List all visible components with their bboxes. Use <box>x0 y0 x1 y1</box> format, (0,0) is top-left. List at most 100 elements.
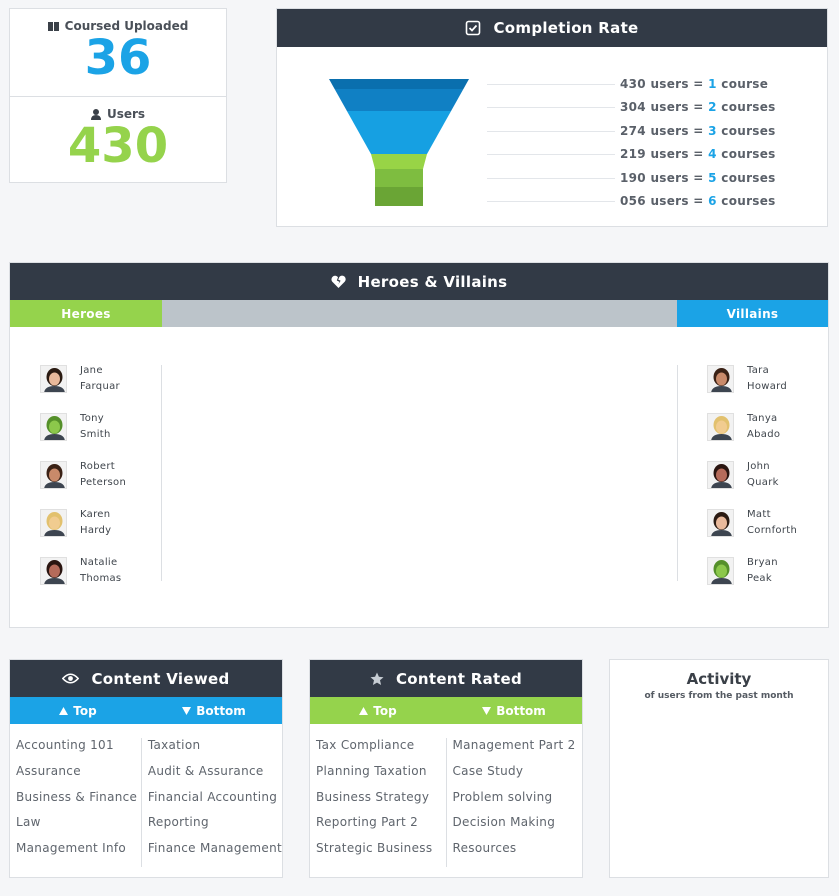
completion-mid: users = <box>650 147 704 161</box>
rated-bottom-tab[interactable]: Bottom <box>446 697 582 724</box>
list-item[interactable]: Financial Accounting <box>148 790 282 816</box>
triangle-up-icon <box>59 706 69 715</box>
completion-count: 430 <box>620 77 646 91</box>
heroes-divider <box>161 365 162 581</box>
person-first-name: Jane <box>80 365 103 376</box>
list-item[interactable]: Case Study <box>453 764 583 790</box>
users-stat: Users 430 <box>10 96 226 183</box>
person-first-name: Tony <box>80 413 104 424</box>
completion-count: 056 <box>620 194 646 208</box>
broken-heart-icon <box>331 275 346 288</box>
list-item[interactable]: Business Strategy <box>316 790 446 816</box>
person-name: John Quark <box>747 459 779 490</box>
heroes-person[interactable]: Natalie Thomas <box>40 555 121 586</box>
eye-icon <box>62 673 80 684</box>
list-item[interactable]: Problem solving <box>453 790 583 816</box>
users-value: 430 <box>67 118 169 174</box>
avatar <box>40 556 67 585</box>
rated-bottom-list: Management Part 2 Case Study Problem sol… <box>445 738 583 867</box>
heroes-person[interactable]: Karen Hardy <box>40 507 111 538</box>
list-item[interactable]: Management Info <box>16 841 141 867</box>
list-item[interactable]: Strategic Business <box>316 841 446 867</box>
viewed-bottom-list: Taxation Audit & Assurance Financial Acc… <box>140 738 282 867</box>
person-first-name: Natalie <box>80 557 118 568</box>
villains-person[interactable]: Bryan Peak <box>707 555 778 586</box>
completion-unit: courses <box>721 194 776 208</box>
hv-balance-bar <box>162 300 677 327</box>
checkbox-icon <box>466 20 481 36</box>
viewed-top-tab[interactable]: Top <box>10 697 146 724</box>
viewed-subbar: Top Bottom <box>10 697 282 724</box>
list-item[interactable]: Business & Finance <box>16 790 141 816</box>
completion-row: 056 users = 6 courses <box>620 194 776 208</box>
person-first-name: Tara <box>747 365 770 376</box>
hv-header: Heroes & Villains <box>10 263 828 300</box>
list-item[interactable]: Decision Making <box>453 815 583 841</box>
list-item[interactable]: Law <box>16 815 141 841</box>
completion-card: Completion Rate 430 users = 1 course 304 … <box>276 8 828 227</box>
person-name: Tara Howard <box>747 363 787 394</box>
funnel-layer <box>371 154 427 169</box>
villains-person[interactable]: John Quark <box>707 459 779 490</box>
completion-num: 5 <box>708 171 717 185</box>
person-last-name: Farquar <box>80 380 120 392</box>
completion-count: 304 <box>620 100 646 114</box>
star-icon <box>370 672 384 685</box>
villains-person[interactable]: Tara Howard <box>707 363 787 394</box>
list-item[interactable]: Taxation <box>148 738 282 764</box>
viewed-top-label: Top <box>73 703 97 718</box>
rated-top-tab[interactable]: Top <box>310 697 446 724</box>
viewed-lists: Accounting 101 Assurance Business & Fina… <box>10 724 282 867</box>
hv-bar: Heroes Villains <box>10 300 828 327</box>
villains-person[interactable]: Matt Cornforth <box>707 507 797 538</box>
avatar <box>707 412 734 441</box>
viewed-top-list: Accounting 101 Assurance Business & Fina… <box>10 738 141 867</box>
list-item[interactable]: Reporting Part 2 <box>316 815 446 841</box>
triangle-up-icon <box>359 706 369 715</box>
completion-row: 304 users = 2 courses <box>620 100 776 114</box>
courses-value: 36 <box>84 30 152 86</box>
person-first-name: John <box>747 461 770 472</box>
avatar <box>707 364 734 393</box>
heroes-tab[interactable]: Heroes <box>10 300 162 327</box>
person-last-name: Smith <box>80 428 111 440</box>
list-item[interactable]: Management Part 2 <box>453 738 583 764</box>
viewed-title: Content Viewed <box>91 669 230 688</box>
completion-unit: courses <box>721 147 776 161</box>
content-viewed-card: Content Viewed Top Bottom Accounting 101… <box>9 659 283 878</box>
person-name: Jane Farquar <box>80 363 120 394</box>
villains-tab[interactable]: Villains <box>677 300 828 327</box>
rated-header: Content Rated <box>310 660 582 697</box>
list-item[interactable]: Reporting <box>148 815 282 841</box>
list-item[interactable]: Tax Compliance <box>316 738 446 764</box>
heroes-person[interactable]: Robert Peterson <box>40 459 126 490</box>
viewed-bottom-label: Bottom <box>196 703 246 718</box>
rated-lists: Tax Compliance Planning Taxation Busines… <box>310 724 582 867</box>
list-item[interactable]: Finance Management <box>148 841 282 867</box>
completion-unit: courses <box>721 171 776 185</box>
heroes-person[interactable]: Jane Farquar <box>40 363 120 394</box>
funnel-layer <box>375 169 423 187</box>
completion-row-line <box>487 84 615 85</box>
list-item[interactable]: Audit & Assurance <box>148 764 282 790</box>
viewed-bottom-tab[interactable]: Bottom <box>146 697 282 724</box>
person-first-name: Matt <box>747 509 771 520</box>
hv-title: Heroes & Villains <box>357 272 508 291</box>
completion-count: 190 <box>620 171 646 185</box>
list-item[interactable]: Accounting 101 <box>16 738 141 764</box>
list-item[interactable]: Planning Taxation <box>316 764 446 790</box>
list-item[interactable]: Resources <box>453 841 583 867</box>
villains-person[interactable]: Tanya Abado <box>707 411 780 442</box>
person-name: Bryan Peak <box>747 555 778 586</box>
rated-title: Content Rated <box>395 669 523 688</box>
content-rated-card: Content Rated Top Bottom Tax Compliance … <box>309 659 583 878</box>
person-name: Matt Cornforth <box>747 507 797 538</box>
villains-divider <box>677 365 678 581</box>
completion-num: 3 <box>708 124 717 138</box>
heroes-person[interactable]: Tony Smith <box>40 411 111 442</box>
completion-row: 219 users = 4 courses <box>620 147 776 161</box>
stats-card: Coursed Uploaded 36 Users 430 <box>9 8 227 183</box>
completion-title: Completion Rate <box>493 19 639 37</box>
list-item[interactable]: Assurance <box>16 764 141 790</box>
person-last-name: Cornforth <box>747 524 798 536</box>
